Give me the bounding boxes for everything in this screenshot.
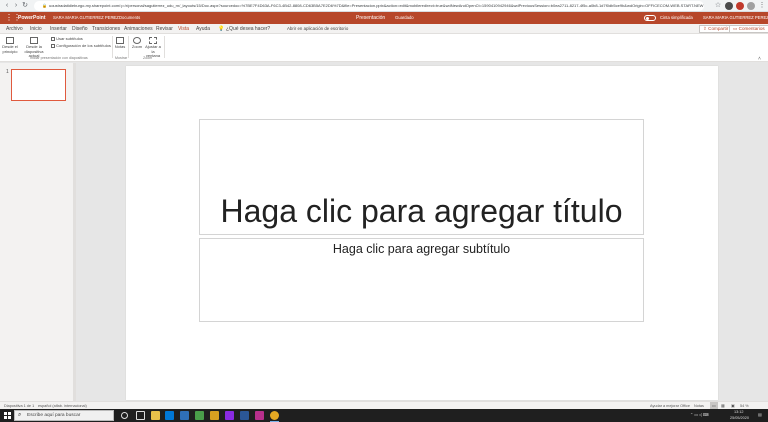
subtitle-placeholder-text: Haga clic para agregar subtítulo xyxy=(332,242,511,256)
tray-icons[interactable]: ⌃ ▭ ◁ ⌨ xyxy=(690,412,708,418)
slideshow-icon xyxy=(6,37,14,44)
group-label-show: Mostrar xyxy=(115,56,128,60)
tab-animaciones[interactable]: Animaciones xyxy=(124,24,153,34)
slide-number: 1 xyxy=(6,69,9,75)
forward-icon[interactable]: › xyxy=(12,2,20,10)
simplified-ribbon-label: Cinta simplificada xyxy=(660,15,693,20)
tab-diseno[interactable]: Diseño xyxy=(72,24,88,34)
from-start-button[interactable]: Desde el principio xyxy=(2,37,18,54)
taskbar-search-placeholder: Escribe aquí para buscar xyxy=(27,413,81,418)
lightbulb-icon: 💡 xyxy=(218,26,225,32)
windows-start-icon[interactable] xyxy=(4,412,11,419)
reload-icon[interactable]: ↻ xyxy=(21,2,29,10)
user-name[interactable]: SARA MARIA GUTIERREZ PEREZ xyxy=(703,12,768,24)
app-icon-purple[interactable] xyxy=(225,411,234,420)
zoom-button[interactable]: Zoom xyxy=(130,37,144,50)
browser-toolbar: ‹ › ↻ 🔒 uoustradatidieburgo-my.sharepoint… xyxy=(0,0,768,12)
extension-icon-2[interactable] xyxy=(736,2,744,10)
tab-archivo[interactable]: Archivo xyxy=(6,24,23,34)
ribbon-separator xyxy=(112,36,113,58)
checkbox-icon xyxy=(51,37,55,41)
file-explorer-icon[interactable] xyxy=(151,411,160,420)
status-bar: Diapositiva 1 de 1 español (alfab. inter… xyxy=(0,401,768,410)
app-icon-pink[interactable] xyxy=(255,411,264,420)
share-button[interactable]: ⇪ Compartir xyxy=(699,25,733,33)
breadcrumb-location[interactable]: Documents xyxy=(119,12,140,24)
back-icon[interactable]: ‹ xyxy=(3,2,11,10)
url-text: uoustradatidieburgo-my.sharepoint.com/:p… xyxy=(48,3,704,8)
app-header: ⋮⋮ PowerPoint SARA MARIA GUTIERREZ PEREZ… xyxy=(0,12,768,24)
notes-icon xyxy=(116,37,124,44)
fit-window-icon xyxy=(149,37,157,44)
lock-icon: 🔒 xyxy=(42,3,47,8)
comments-button[interactable]: ▭ Comentarios xyxy=(729,25,768,33)
chrome-icon[interactable] xyxy=(270,411,279,422)
subtitle-placeholder[interactable]: Haga clic para agregar subtítulo xyxy=(199,238,644,322)
subtitle-settings-label: Configuración de los subtítulos xyxy=(56,43,111,49)
simplified-ribbon-toggle[interactable] xyxy=(644,15,656,21)
vlc-icon[interactable] xyxy=(210,411,219,420)
ribbon-tabs: Archivo Inicio Insertar Diseño Transicio… xyxy=(0,24,768,35)
use-subtitles-checkbox[interactable]: Usar subtítulos xyxy=(51,36,83,42)
tab-transiciones[interactable]: Transiciones xyxy=(92,24,120,34)
save-status: Guardado xyxy=(395,15,414,20)
app-name[interactable]: PowerPoint xyxy=(18,12,46,24)
title-placeholder-text: Haga clic para agregar título xyxy=(220,193,623,229)
share-label: Compartir xyxy=(708,26,729,31)
group-label-zoom: Zoom xyxy=(143,56,153,60)
zoom-label: Zoom xyxy=(131,44,143,49)
slide-thumbnail[interactable] xyxy=(11,69,66,101)
extension-icon[interactable] xyxy=(725,2,733,10)
excel-icon[interactable] xyxy=(195,411,204,420)
cortana-icon[interactable] xyxy=(121,412,128,419)
thumbnail-pane xyxy=(0,63,76,401)
notes-button[interactable]: Notas xyxy=(114,37,126,50)
task-view-icon[interactable] xyxy=(136,411,145,420)
from-start-label: Desde el principio xyxy=(2,44,18,54)
breadcrumb-user[interactable]: SARA MARIA GUTIERREZ PEREZ xyxy=(53,12,119,24)
search-icon: ⌕ xyxy=(18,412,22,418)
taskbar-search[interactable]: ⌕ Escribe aquí para buscar xyxy=(14,410,114,421)
profile-avatar[interactable] xyxy=(747,2,755,10)
tab-revisar[interactable]: Revisar xyxy=(156,24,173,34)
tell-me-search[interactable]: ¿Qué desea hacer? xyxy=(226,24,270,34)
collapse-ribbon-icon[interactable]: ˄ xyxy=(758,56,761,62)
star-icon[interactable]: ☆ xyxy=(714,2,722,10)
tab-ayuda[interactable]: Ayuda xyxy=(196,24,210,34)
magnifier-icon xyxy=(133,37,141,44)
tab-insertar[interactable]: Insertar xyxy=(50,24,67,34)
store-icon[interactable] xyxy=(165,411,174,420)
group-label-present: Iniciar presentación con diapositivas xyxy=(30,56,88,60)
taskbar: ⌕ Escribe aquí para buscar ⌃ ▭ ◁ ⌨ 13:12… xyxy=(0,409,768,422)
clock-date[interactable]: 25/05/2020 xyxy=(730,415,749,421)
open-desktop-button[interactable]: Abrir en aplicación de escritorio xyxy=(287,24,348,34)
breadcrumb-separator: › xyxy=(113,15,115,20)
ribbon: Desde el principio Desde la diapositiva … xyxy=(0,34,768,62)
comments-label: Comentarios xyxy=(738,26,765,31)
ribbon-separator-2 xyxy=(128,36,129,58)
ribbon-separator-3 xyxy=(164,36,165,58)
notes-label: Notas xyxy=(114,44,126,49)
settings-icon xyxy=(51,44,55,48)
address-bar[interactable]: 🔒 uoustradatidieburgo-my.sharepoint.com/:… xyxy=(34,1,704,11)
title-placeholder[interactable]: Haga clic para agregar título xyxy=(199,119,644,235)
more-icon[interactable]: ⋮ xyxy=(758,2,766,10)
subtitle-settings-button[interactable]: Configuración de los subtítulos xyxy=(51,43,111,49)
notifications-icon[interactable]: ▤ xyxy=(758,412,762,418)
slideshow-current-icon xyxy=(30,37,38,44)
tab-inicio[interactable]: Inicio xyxy=(30,24,42,34)
use-subtitles-label: Usar subtítulos xyxy=(56,36,83,42)
photoshop-icon[interactable] xyxy=(240,411,249,420)
document-title[interactable]: Presentación xyxy=(356,12,385,24)
mail-icon[interactable] xyxy=(180,411,189,420)
